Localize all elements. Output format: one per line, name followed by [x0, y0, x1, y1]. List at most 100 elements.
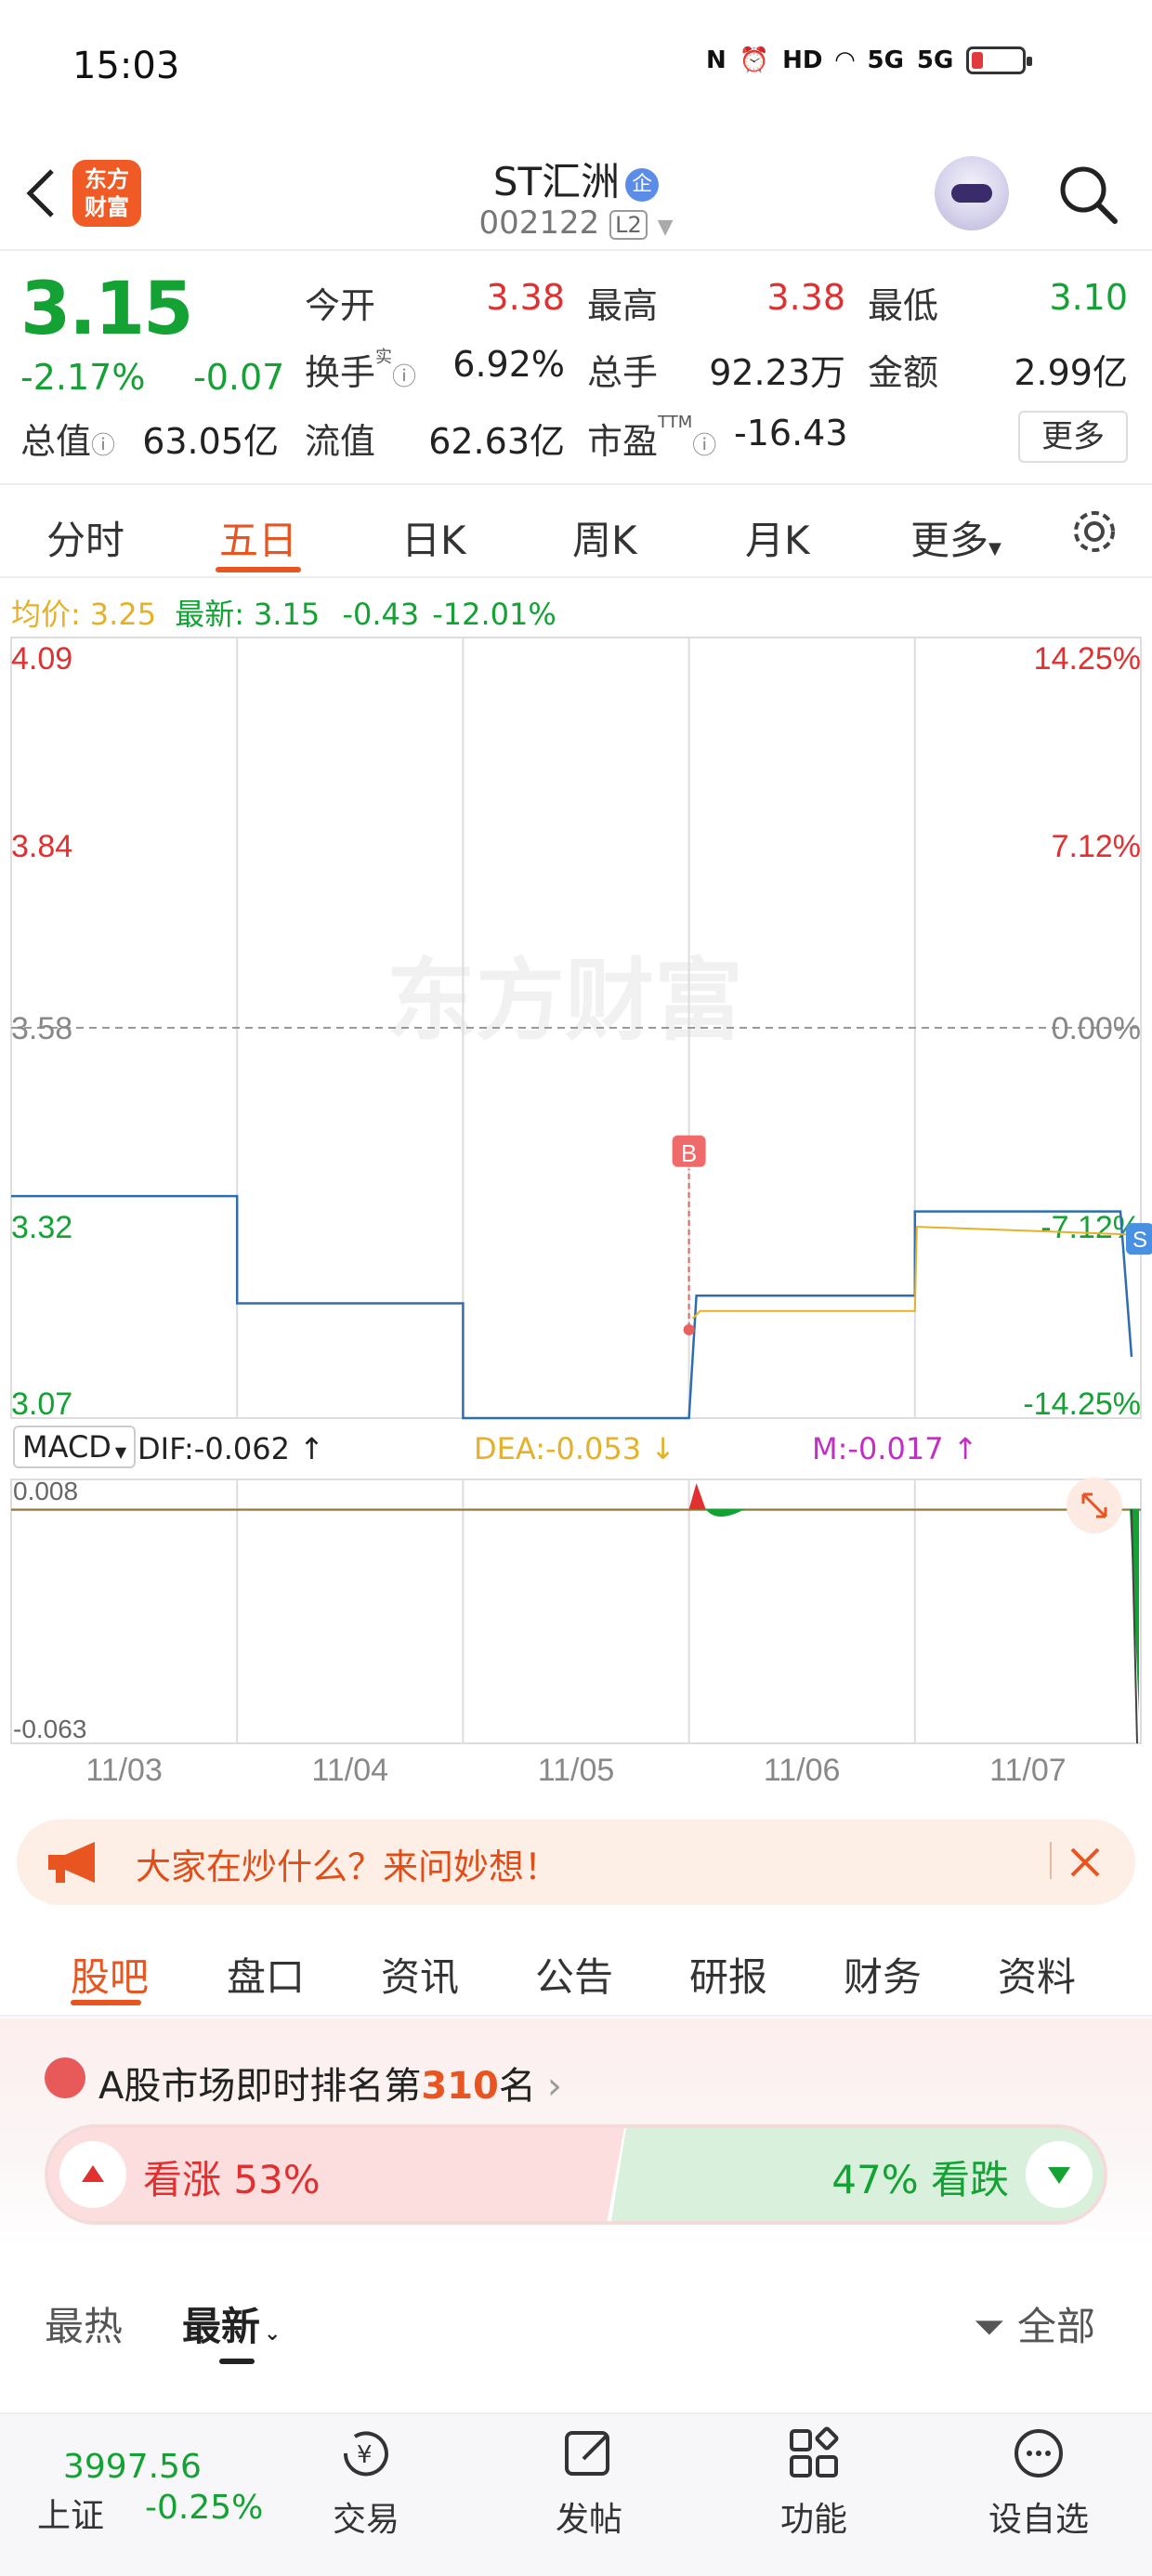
vote-down-button[interactable]	[1026, 2141, 1093, 2208]
tab-monthly-k[interactable]: 月K	[745, 509, 810, 566]
macd-red-bar	[688, 1483, 706, 1509]
arrow-down-icon: ↓	[641, 1431, 676, 1466]
five-day-chart[interactable]: 东方财富 4.09 14.25%3.84 7.12%3.58 0.00%3.32 -7.…	[0, 632, 1152, 1794]
buy-marker-dot	[683, 1323, 695, 1335]
average-price-line: 均价: 3.25 最新: 3.15 -0.43 -12.01%	[11, 597, 556, 632]
tab-five-day[interactable]: 五日	[219, 509, 297, 566]
chart-grid	[10, 637, 1142, 1744]
macd-y-min: -0.063	[13, 1715, 86, 1743]
tab-profile[interactable]: 资料	[998, 1946, 1076, 2003]
y-tick-left: 3.84	[11, 829, 72, 864]
nav-functions[interactable]: 功能	[749, 2424, 879, 2541]
content-tabs: 股吧 盘口 资讯 公告 研报 财务 资料	[0, 1916, 1152, 2017]
bullish-label: 看涨 53%	[143, 2157, 321, 2202]
ask-assistant-banner[interactable]: 大家在炒什么？来问妙想！	[17, 1820, 1135, 1905]
macd-dea: DEA:-0.053 ↓	[474, 1431, 676, 1466]
tab-intraday[interactable]: 分时	[46, 509, 124, 566]
hd-icon: HD	[782, 46, 823, 74]
search-icon[interactable]	[1055, 162, 1120, 227]
buy-marker-label: B	[681, 1139, 697, 1167]
latest-percent: -12.01%	[432, 597, 556, 632]
filter-all[interactable]: ⏷ 全部	[974, 2295, 1095, 2352]
macd-y-max: 0.008	[13, 1477, 78, 1505]
svg-text:¥: ¥	[357, 2441, 373, 2469]
bearish-label: 47% 看跌	[831, 2157, 1009, 2202]
y-tick-right: 0.00%	[1052, 1011, 1141, 1046]
pe-label: 市盈TTMⓘ	[587, 413, 717, 462]
assistant-avatar[interactable]	[935, 156, 1009, 230]
macd-selector[interactable]: MACD ▼	[13, 1426, 136, 1468]
market-rank[interactable]: A股市场即时排名第310名 ›	[98, 2056, 562, 2109]
wifi-icon: ◠	[835, 46, 855, 74]
battery-icon	[966, 46, 1033, 74]
volume-label: 总手	[587, 352, 659, 393]
chevron-down-icon: ⌄	[264, 2322, 281, 2346]
low-label: 最低	[868, 285, 939, 326]
change-amount: -0.07	[193, 357, 285, 398]
edit-icon	[565, 2431, 609, 2476]
latest-change: -0.43	[342, 597, 420, 632]
y-tick-right: -14.25%	[1023, 1387, 1141, 1422]
close-icon[interactable]	[1067, 1844, 1104, 1881]
gear-icon[interactable]	[1068, 506, 1120, 558]
index-change: -0.25%	[145, 2489, 264, 2527]
tab-orderbook[interactable]: 盘口	[227, 1946, 305, 2003]
sentiment-vote: 看涨 53% 47% 看跌	[48, 2128, 1104, 2221]
turnover-label: 换手实ⓘ	[305, 348, 417, 393]
turnover-value: 6.92%	[452, 344, 565, 385]
chevron-right-icon: ›	[546, 2065, 562, 2108]
tab-news[interactable]: 资讯	[381, 1946, 459, 2003]
float-value: 62.63亿	[428, 421, 565, 462]
amount-label: 金额	[868, 352, 939, 393]
caret-down-icon: ▼	[988, 539, 1001, 559]
amount-value: 2.99亿	[1014, 352, 1128, 393]
more-icon	[1015, 2429, 1063, 2477]
x-tick-label: 11/07	[989, 1753, 1067, 1788]
y-tick-left: 3.07	[11, 1387, 72, 1422]
level2-badge: L2	[609, 209, 648, 240]
tab-weekly-k[interactable]: 周K	[572, 509, 637, 566]
post-sort-bar: 最热 最新 ⌄ ⏷ 全部	[0, 2267, 1152, 2370]
index-value: 3997.56	[63, 2448, 202, 2486]
tab-daily-k[interactable]: 日K	[401, 509, 466, 566]
ranking-section: A股市场即时排名第310名 › 看涨 53% 47% 看跌	[0, 2018, 1152, 2247]
trade-icon: ¥	[343, 2431, 388, 2477]
sort-latest[interactable]: 最新 ⌄	[182, 2295, 281, 2352]
arrow-up-icon: ↑	[943, 1431, 978, 1466]
float-label: 流值	[305, 421, 376, 462]
alarm-icon: ⏰	[739, 46, 770, 74]
clock: 15:03	[72, 45, 180, 87]
avg-value: 3.25	[89, 597, 157, 632]
info-icon[interactable]: ⓘ	[692, 432, 716, 460]
x-tick-label: 11/05	[538, 1753, 615, 1788]
chevron-down-icon: ▼	[657, 216, 674, 239]
info-icon[interactable]: ⓘ	[392, 363, 416, 391]
tab-guba[interactable]: 股吧	[71, 1946, 149, 2003]
tab-more[interactable]: 更多▼	[910, 509, 1001, 566]
macd-panel: 0.008 -0.063	[11, 1477, 1141, 1744]
quote-panel: 3.15 -2.17% -0.07 今开 3.38 最高 3.38 最低 3.1…	[0, 253, 1152, 485]
pe-value: -16.43	[734, 413, 848, 453]
tab-announcements[interactable]: 公告	[535, 1946, 613, 2003]
x-axis-labels: 11/03 11/04 11/05 11/06 11/07	[85, 1753, 1066, 1788]
nav-trade[interactable]: ¥ 交易	[301, 2424, 431, 2541]
vote-up-area[interactable]	[48, 2128, 624, 2221]
caret-down-icon: ▼	[114, 1443, 127, 1461]
tab-financials[interactable]: 财务	[844, 1946, 922, 2003]
macd-dif: DIF:-0.062 ↑	[137, 1431, 324, 1466]
more-button[interactable]: 更多	[1018, 411, 1128, 463]
price-line	[11, 1194, 1133, 1420]
y-tick-right: -7.12%	[1041, 1210, 1141, 1245]
y-tick-left: 4.09	[11, 641, 72, 677]
status-bar: 15:03 N ⏰ HD ◠ 5G 5G	[0, 0, 1152, 121]
y-tick-left: 3.32	[11, 1210, 72, 1245]
price-lines	[11, 1194, 1133, 1420]
x-tick-label: 11/04	[312, 1753, 389, 1788]
filter-icon: ⏷	[974, 2304, 1005, 2349]
active-tab-indicator	[71, 2000, 141, 2005]
sort-hot[interactable]: 最热	[45, 2295, 123, 2352]
nav-post[interactable]: 发帖	[524, 2424, 654, 2541]
nav-watchlist[interactable]: 设自选	[974, 2424, 1104, 2541]
tab-research[interactable]: 研报	[689, 1946, 767, 2003]
vote-up-button[interactable]	[59, 2141, 126, 2208]
